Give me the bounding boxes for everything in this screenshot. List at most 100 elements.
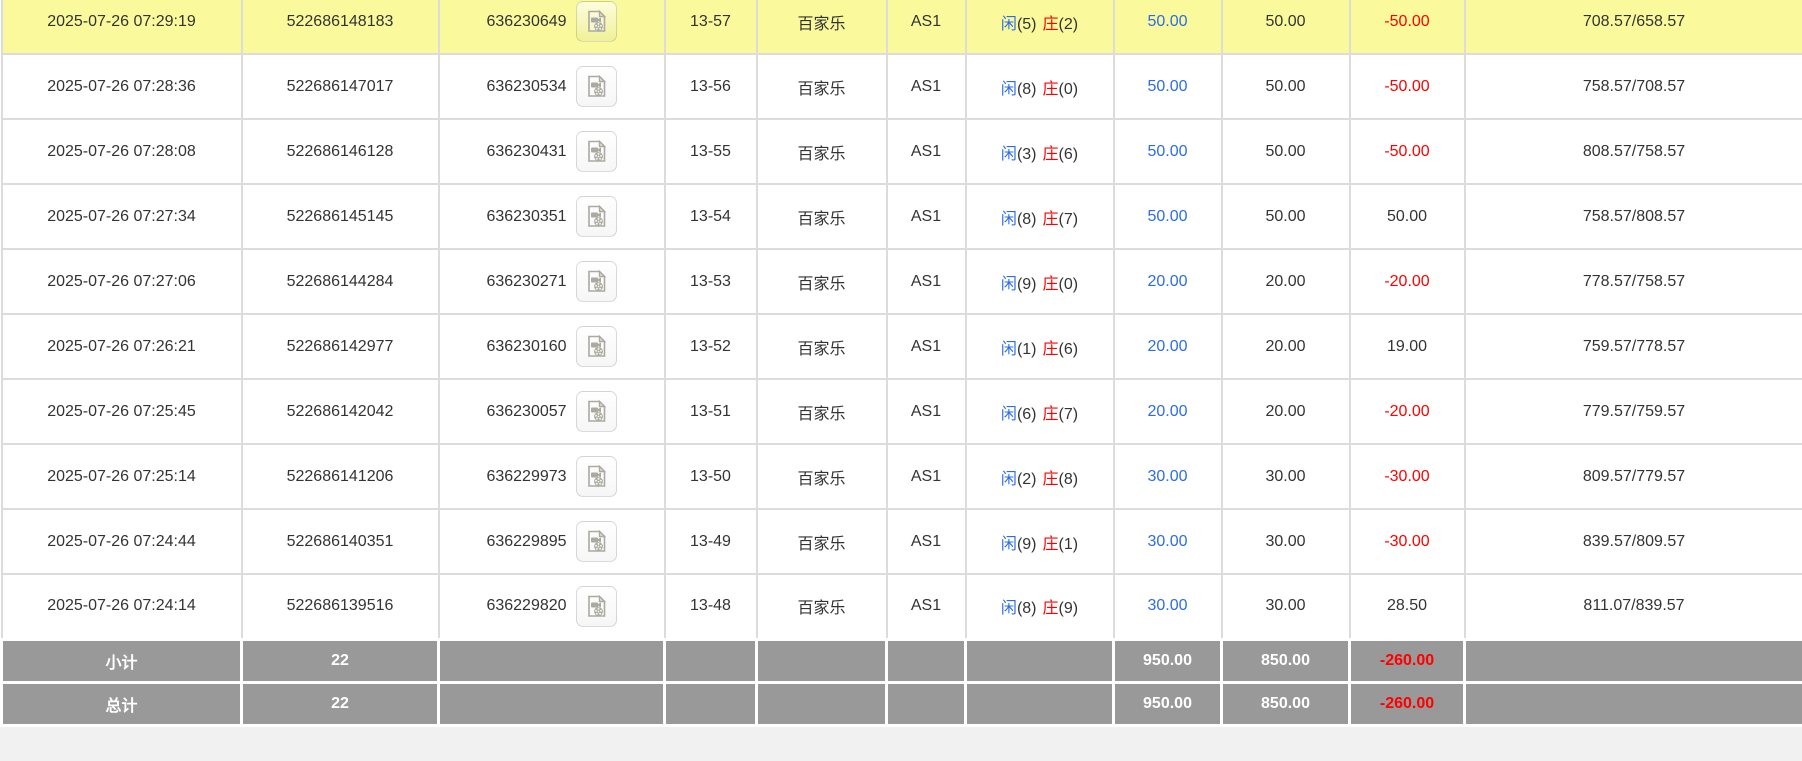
round-id: 636230534 [486,77,567,95]
bet-amount-cell: 50.00 [1112,0,1223,55]
bet-id-cell: 522686141206 [240,443,440,510]
time-cell: 2025-07-26 07:25:14 [0,443,243,510]
banker-label: 庄 [1042,145,1059,163]
bet-id-cell: 522686148183 [240,0,440,55]
table-cell: AS1 [885,313,967,380]
table-cell: AS1 [885,0,967,55]
winloss-cell: -30.00 [1348,508,1466,575]
video-record-file-icon [583,463,610,490]
records-body: 2025-07-26 07:29:19 522686148183 6362306… [0,0,1802,640]
time-cell: 2025-07-26 07:24:44 [0,508,243,575]
subtotal-bet-amount: 950.00 [1112,637,1223,684]
bet-record-row[interactable]: 2025-07-26 07:28:08 522686146128 6362304… [0,118,1802,185]
round-id: 636229895 [486,532,567,550]
banker-label: 庄 [1042,535,1059,553]
balance-cell: 809.57/779.57 [1463,443,1802,510]
bet-record-row[interactable]: 2025-07-26 07:29:19 522686148183 6362306… [0,0,1802,55]
empty-cell [964,680,1115,727]
player-score: (2) [1016,470,1037,488]
banker-label: 庄 [1042,210,1059,228]
session-cell: 13-53 [663,248,758,315]
video-record-file-icon [583,138,610,165]
empty-cell [437,680,666,727]
banker-score: (2) [1058,15,1079,33]
bet-amount-cell: 30.00 [1112,573,1223,640]
grand-total-valid-amount: 850.00 [1220,680,1351,727]
empty-cell [663,680,758,727]
empty-cell [755,637,888,684]
video-replay-button[interactable] [575,326,617,367]
banker-label: 庄 [1042,405,1059,423]
result-cell: 闲(1) 庄(6) [964,313,1115,380]
player-label: 闲 [1000,275,1017,293]
bet-id-cell: 522686142042 [240,378,440,445]
round-id-cell: 636230160 [437,313,666,380]
player-score: (8) [1016,210,1037,228]
valid-amount-cell: 50.00 [1220,183,1351,250]
empty-cell [885,637,967,684]
bet-record-row[interactable]: 2025-07-26 07:26:21 522686142977 6362301… [0,313,1802,380]
round-id-cell: 636230271 [437,248,666,315]
bet-id-cell: 522686146128 [240,118,440,185]
session-cell: 13-56 [663,53,758,120]
video-replay-button[interactable] [575,521,617,562]
winloss-cell: -20.00 [1348,248,1466,315]
session-cell: 13-49 [663,508,758,575]
video-replay-button[interactable] [575,456,617,497]
winloss-cell: -30.00 [1348,443,1466,510]
balance-cell: 758.57/808.57 [1463,183,1802,250]
round-id-cell: 636230534 [437,53,666,120]
bet-record-row[interactable]: 2025-07-26 07:28:36 522686147017 6362305… [0,53,1802,120]
video-record-file-icon [583,528,610,555]
bet-amount-cell: 50.00 [1112,183,1223,250]
result-cell: 闲(8) 庄(7) [964,183,1115,250]
game-cell: 百家乐 [755,183,888,250]
bet-record-row[interactable]: 2025-07-26 07:24:44 522686140351 6362298… [0,508,1802,575]
summary-footer: 小计 22 950.00 850.00 -260.00 总计 22 950.00… [0,637,1802,727]
round-id: 636230431 [486,142,567,160]
bet-record-row[interactable]: 2025-07-26 07:27:06 522686144284 6362302… [0,248,1802,315]
video-replay-button[interactable] [575,585,617,627]
player-label: 闲 [1000,470,1017,488]
video-replay-button[interactable] [575,66,617,107]
player-score: (8) [1016,80,1037,98]
player-score: (3) [1016,145,1037,163]
round-id-cell: 636229895 [437,508,666,575]
game-cell: 百家乐 [755,508,888,575]
winloss-cell: 28.50 [1348,573,1466,640]
player-label: 闲 [1000,405,1017,423]
empty-cell [755,680,888,727]
video-replay-button[interactable] [575,131,617,172]
game-cell: 百家乐 [755,573,888,640]
video-replay-button[interactable] [575,196,617,237]
valid-amount-cell: 20.00 [1220,313,1351,380]
player-label: 闲 [1000,600,1017,618]
video-replay-button[interactable] [575,1,617,42]
bet-record-row[interactable]: 2025-07-26 07:25:45 522686142042 6362300… [0,378,1802,445]
bet-record-row[interactable]: 2025-07-26 07:27:34 522686145145 6362303… [0,183,1802,250]
video-replay-button[interactable] [575,261,617,302]
bet-record-row[interactable]: 2025-07-26 07:25:14 522686141206 6362299… [0,443,1802,510]
winloss-cell: -20.00 [1348,378,1466,445]
banker-label: 庄 [1042,470,1059,488]
valid-amount-cell: 50.00 [1220,53,1351,120]
round-id-cell: 636230649 [437,0,666,55]
player-score: (6) [1016,405,1037,423]
bet-id-cell: 522686140351 [240,508,440,575]
bet-record-row[interactable]: 2025-07-26 07:24:14 522686139516 6362298… [0,573,1802,640]
bet-amount-cell: 20.00 [1112,313,1223,380]
player-score: (1) [1016,340,1037,358]
balance-cell: 839.57/809.57 [1463,508,1802,575]
round-id-cell: 636230057 [437,378,666,445]
round-id: 636230351 [486,207,567,225]
game-cell: 百家乐 [755,313,888,380]
player-score: (5) [1016,15,1037,33]
video-record-file-icon [583,268,610,295]
round-id: 636229820 [486,597,567,615]
video-replay-button[interactable] [575,391,617,432]
player-label: 闲 [1000,80,1017,98]
round-id: 636230160 [486,337,567,355]
valid-amount-cell: 50.00 [1220,0,1351,55]
session-cell: 13-52 [663,313,758,380]
time-cell: 2025-07-26 07:24:14 [0,573,243,640]
